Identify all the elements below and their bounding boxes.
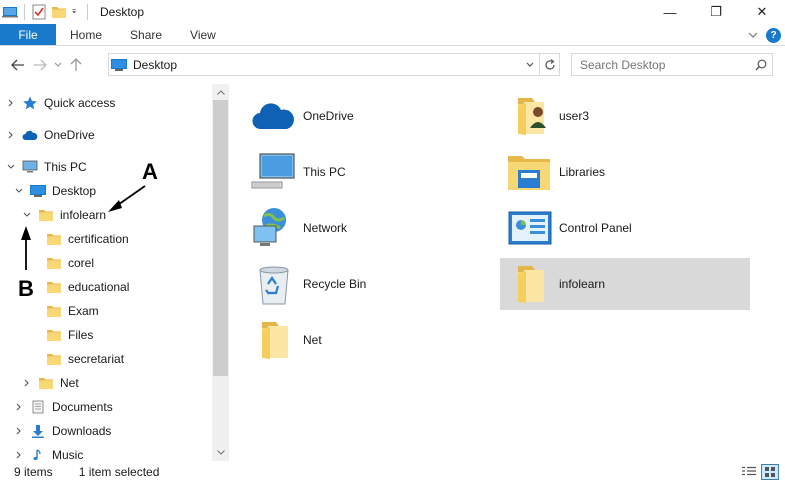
user-folder-icon xyxy=(506,92,554,140)
file-item-infolearn[interactable]: infolearn xyxy=(500,258,750,310)
view-switcher xyxy=(737,464,779,480)
search-box[interactable] xyxy=(571,53,773,76)
file-item-net[interactable]: Net xyxy=(230,314,480,366)
file-list: OneDrive user3 This PC Libraries Network… xyxy=(230,84,785,461)
file-item-label: infolearn xyxy=(559,277,606,291)
window-controls: — ❐ ✕ xyxy=(647,0,785,24)
tab-view[interactable]: View xyxy=(176,24,230,45)
address-bar[interactable]: Desktop xyxy=(108,53,560,76)
help-icon[interactable]: ? xyxy=(766,27,781,43)
folder-icon xyxy=(250,316,298,364)
tab-home[interactable]: Home xyxy=(56,24,116,45)
item-count: 9 items xyxy=(14,465,53,479)
chevron-down-icon xyxy=(526,62,533,67)
maximize-button[interactable]: ❐ xyxy=(693,0,739,24)
file-item-network[interactable]: Network xyxy=(230,202,480,254)
control-panel-icon xyxy=(506,204,554,252)
forward-button[interactable] xyxy=(29,54,51,76)
search-input[interactable] xyxy=(572,57,752,72)
arrow-b-head xyxy=(21,226,31,240)
network-icon xyxy=(250,204,298,252)
search-icon[interactable] xyxy=(752,59,770,71)
large-icons-view-button[interactable] xyxy=(761,464,779,480)
chevron-down-icon xyxy=(54,62,62,67)
computer-icon xyxy=(250,148,298,196)
ribbon-right-controls: ? xyxy=(744,27,781,43)
file-item-user3[interactable]: user3 xyxy=(486,90,736,142)
file-item-libraries[interactable]: Libraries xyxy=(486,146,736,198)
new-folder-icon[interactable] xyxy=(51,4,67,20)
properties-icon[interactable] xyxy=(31,4,47,20)
recent-locations-button[interactable] xyxy=(51,54,65,76)
status-bar: 9 items 1 item selected xyxy=(0,461,785,483)
folder-icon xyxy=(506,260,554,308)
file-item-label: Net xyxy=(303,333,322,347)
window-icon[interactable] xyxy=(2,4,18,20)
customize-toolbar-icon[interactable] xyxy=(71,4,81,20)
ribbon-tabs: File Home Share View ? xyxy=(0,24,785,46)
navigation-row: Desktop xyxy=(0,47,785,83)
up-arrow-icon xyxy=(70,58,82,71)
annotation-label-b: B xyxy=(18,276,34,301)
tab-file[interactable]: File xyxy=(0,24,56,45)
annotation-label-a: A xyxy=(142,159,158,184)
libraries-icon xyxy=(506,148,554,196)
cloud-icon xyxy=(250,92,298,140)
file-item-label: Network xyxy=(303,221,348,235)
large-icons-view-icon xyxy=(765,467,775,477)
nav-pane-scrollbar[interactable] xyxy=(212,84,229,461)
annotation-arrows xyxy=(21,185,146,270)
file-item-label: Libraries xyxy=(559,165,606,179)
recycle-bin-icon xyxy=(250,260,298,308)
file-item-label: Recycle Bin xyxy=(303,277,367,291)
scroll-thumb[interactable] xyxy=(213,100,228,376)
up-button[interactable] xyxy=(65,54,87,76)
scroll-down-icon[interactable] xyxy=(212,445,229,459)
file-item-this-pc[interactable]: This PC xyxy=(230,146,480,198)
file-item-label: user3 xyxy=(559,109,590,123)
back-arrow-icon xyxy=(11,59,24,71)
minimize-button[interactable]: — xyxy=(647,0,693,24)
address-history-button[interactable] xyxy=(519,54,539,75)
selection-count: 1 item selected xyxy=(78,465,160,479)
expand-ribbon-icon[interactable] xyxy=(744,27,762,43)
refresh-button[interactable] xyxy=(539,54,559,75)
arrow-a-head xyxy=(108,200,122,212)
navigation-pane: Quick access OneDrive This PC Desktop in… xyxy=(0,84,212,461)
file-item-label: This PC xyxy=(303,165,346,179)
desktop-icon xyxy=(111,58,127,71)
window-title: Desktop xyxy=(100,5,145,19)
scroll-up-icon[interactable] xyxy=(212,85,229,99)
file-item-control-panel[interactable]: Control Panel xyxy=(486,202,736,254)
forward-arrow-icon xyxy=(34,59,47,71)
file-item-label: OneDrive xyxy=(303,109,354,123)
address-path: Desktop xyxy=(133,57,178,72)
back-button[interactable] xyxy=(7,54,29,76)
file-item-onedrive[interactable]: OneDrive xyxy=(230,90,480,142)
title-bar: Desktop — ❐ ✕ xyxy=(0,0,785,24)
details-view-icon xyxy=(742,466,756,476)
refresh-icon xyxy=(544,58,555,70)
tab-share[interactable]: Share xyxy=(116,24,176,45)
quick-access-toolbar xyxy=(0,0,94,24)
file-item-label: Control Panel xyxy=(559,221,632,235)
close-button[interactable]: ✕ xyxy=(739,0,785,24)
file-item-recycle-bin[interactable]: Recycle Bin xyxy=(230,258,480,310)
details-view-button[interactable] xyxy=(740,464,758,480)
